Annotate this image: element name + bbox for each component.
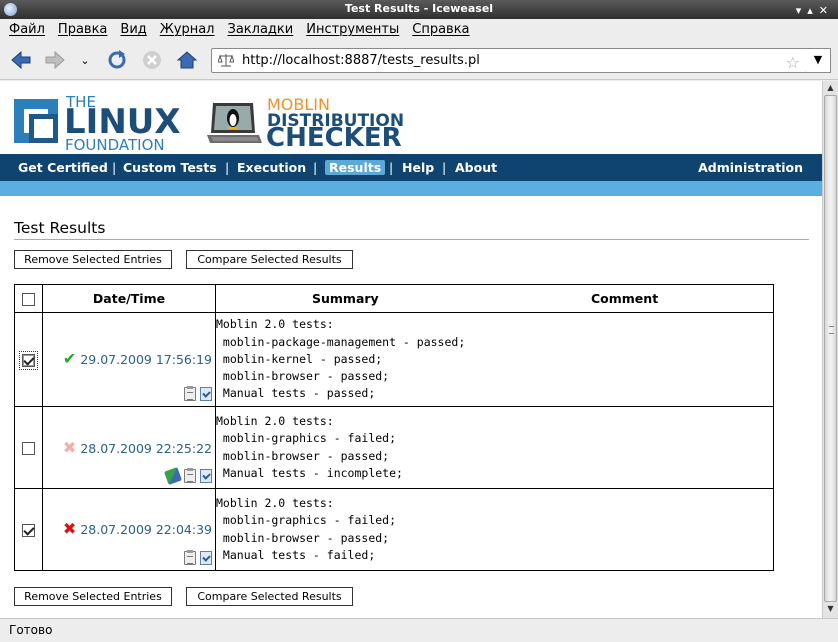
row-checkbox[interactable] [22, 523, 35, 537]
reload-icon [108, 50, 126, 69]
compare-icon[interactable] [200, 550, 212, 565]
nav-separator: | [112, 160, 117, 175]
page-title: Test Results [14, 219, 106, 237]
row-select-cell [14, 406, 43, 489]
table-row: ✖ 28.07.2009 22:25:22 Moblin 2.0 tests: … [14, 406, 774, 489]
forward-arrow-icon [45, 50, 65, 70]
failed-x-icon: ✖ [62, 438, 77, 457]
stop-icon [143, 51, 161, 69]
nav-separator: | [313, 160, 318, 175]
remove-selected-button-top[interactable]: Remove Selected Entries [14, 250, 172, 269]
window-controls[interactable]: ▾▴✕ [796, 2, 834, 20]
nav-get-certified[interactable]: Get Certified [14, 154, 112, 181]
laptop-tux-icon [207, 103, 262, 143]
nav-results[interactable]: Results [325, 160, 386, 175]
table-header-row: Date/Time Summary Comment [14, 284, 774, 313]
chevron-down-icon: ⌄ [80, 53, 90, 67]
linux-foundation-logo-icon [14, 99, 58, 143]
title-divider [14, 239, 809, 240]
back-arrow-icon [11, 50, 31, 70]
result-datetime-link[interactable]: 28.07.2009 22:04:39 [80, 522, 212, 537]
menu-file[interactable]: Файл [0, 19, 50, 41]
compare-selected-button-bottom[interactable]: Compare Selected Results [186, 587, 353, 606]
select-all-checkbox[interactable] [22, 293, 35, 306]
column-header-summary: Summary [312, 291, 379, 306]
row-summary-cell: Moblin 2.0 tests: moblin-graphics - fail… [215, 406, 774, 489]
table-row: ✔ 29.07.2009 17:56:19 Moblin 2.0 tests: … [14, 312, 774, 407]
bookmark-star-icon[interactable]: ☆ [786, 51, 800, 74]
url-text: http://localhost:8887/tests_results.pl [242, 53, 480, 68]
chevron-down-icon: ▼ [813, 53, 823, 66]
vertical-scrollbar[interactable]: ▲ ▼ [822, 81, 838, 618]
failed-x-icon: ✖ [62, 519, 77, 538]
row-datetime-cell: ✔ 29.07.2009 17:56:19 [42, 312, 216, 407]
compare-icon[interactable] [200, 386, 212, 401]
stop-button[interactable] [139, 49, 165, 71]
compare-selected-button-top[interactable]: Compare Selected Results [186, 250, 353, 269]
scrollbar-thumb[interactable] [824, 95, 837, 602]
status-bar: Готово [0, 618, 838, 642]
menu-help[interactable]: Справка [404, 19, 474, 41]
site-header: THE LINUX FOUNDATION MOBLIN DISTRIBUTION… [0, 81, 822, 154]
nav-custom-tests[interactable]: Custom Tests [119, 154, 221, 181]
results-table: Date/Time Summary Comment ✔ 29.07.2009 1… [14, 284, 774, 571]
nav-help[interactable]: Help [398, 154, 438, 181]
forward-button[interactable] [42, 49, 68, 71]
menu-bookmarks[interactable]: Закладки [220, 19, 299, 41]
home-button[interactable] [174, 49, 200, 71]
nav-separator: | [389, 160, 394, 175]
scroll-down-arrow-icon[interactable]: ▼ [825, 603, 836, 615]
nav-separator: | [442, 160, 447, 175]
site-favicon-icon [218, 54, 234, 67]
window-titlebar: Test Results - Iceweasel ▾▴✕ [0, 0, 838, 19]
scroll-up-arrow-icon[interactable]: ▲ [825, 82, 836, 94]
menu-edit[interactable]: Правка [50, 19, 112, 41]
edit-icon[interactable] [164, 466, 182, 485]
clipboard-icon[interactable] [184, 549, 196, 565]
reload-button[interactable] [104, 49, 130, 71]
nav-execution[interactable]: Execution [233, 154, 310, 181]
row-summary-cell: Moblin 2.0 tests: moblin-graphics - fail… [215, 488, 774, 571]
menubar: Файл Правка Вид Журнал Закладки Инструменты Сп… [0, 19, 838, 41]
row-select-cell [14, 312, 43, 407]
nav-administration[interactable]: Administration [698, 154, 803, 181]
column-header-datetime: Date/Time [42, 284, 216, 313]
row-checkbox[interactable] [22, 441, 35, 455]
logo-checker: CHECKER [266, 123, 402, 153]
logo-foundation: FOUNDATION [65, 136, 165, 154]
row-datetime-cell: ✖ 28.07.2009 22:25:22 [42, 406, 216, 489]
home-icon [176, 51, 198, 69]
row-summary-cell: Moblin 2.0 tests: moblin-package-managem… [215, 312, 774, 407]
nav-about[interactable]: About [451, 154, 501, 181]
browser-window-icon [4, 3, 17, 16]
row-select-cell [14, 488, 43, 571]
status-text: Готово [9, 623, 53, 637]
row-checkbox[interactable] [19, 350, 38, 370]
history-dropdown-button[interactable]: ⌄ [76, 49, 94, 71]
remove-selected-button-bottom[interactable]: Remove Selected Entries [14, 587, 172, 606]
site-nav: Get Certified | Custom Tests | Execution… [0, 154, 822, 181]
url-field[interactable]: http://localhost:8887/tests_results.pl ☆ [211, 48, 807, 73]
menu-tools[interactable]: Инструменты [298, 19, 404, 41]
select-all-cell [14, 284, 43, 313]
clipboard-icon[interactable] [184, 467, 196, 483]
result-datetime-link[interactable]: 28.07.2009 22:25:22 [80, 441, 212, 456]
url-history-dropdown[interactable]: ▼ [806, 48, 831, 73]
menu-view[interactable]: Вид [112, 19, 151, 41]
nav-separator: | [225, 160, 230, 175]
window-title: Test Results - Iceweasel [344, 2, 494, 15]
menu-history[interactable]: Журнал [152, 19, 220, 41]
web-content: THE LINUX FOUNDATION MOBLIN DISTRIBUTION… [0, 81, 822, 618]
column-header-comment: Comment [591, 291, 659, 306]
navigation-toolbar: ⌄ http://localhost:8887/tests_results.pl… [0, 41, 838, 80]
row-datetime-cell: ✖ 28.07.2009 22:04:39 [42, 488, 216, 571]
column-header-summary-comment: Summary Comment [215, 284, 774, 313]
clipboard-icon[interactable] [184, 385, 196, 401]
result-datetime-link[interactable]: 29.07.2009 17:56:19 [80, 352, 212, 367]
table-row: ✖ 28.07.2009 22:04:39 Moblin 2.0 tests: … [14, 488, 774, 571]
passed-check-icon: ✔ [62, 349, 77, 368]
back-button[interactable] [8, 49, 34, 71]
nav-underband [0, 181, 822, 196]
compare-icon[interactable] [200, 468, 212, 483]
